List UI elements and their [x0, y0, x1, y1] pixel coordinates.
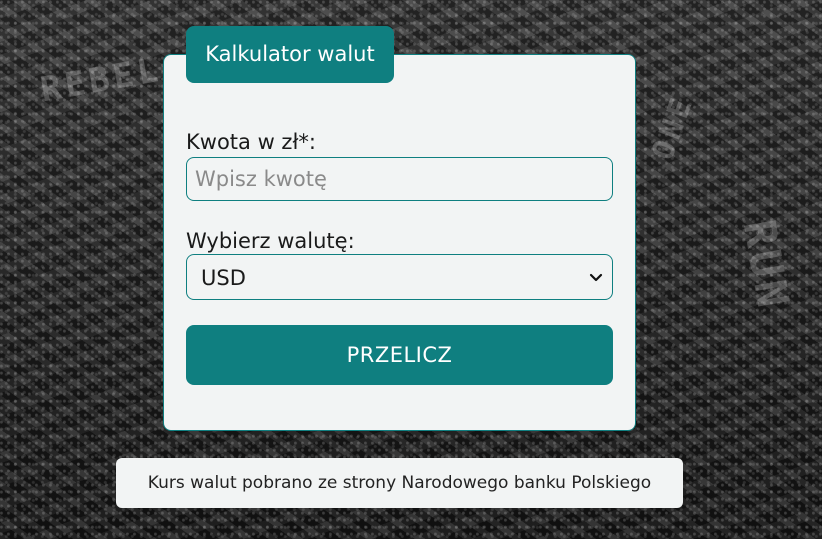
- amount-label: Kwota w zł*:: [186, 130, 316, 154]
- amount-input[interactable]: [187, 158, 612, 200]
- calculator-title: Kalkulator walut: [186, 26, 394, 83]
- convert-button[interactable]: PRZELICZ: [186, 325, 613, 385]
- currency-label: Wybierz walutę:: [186, 229, 355, 253]
- amount-field[interactable]: [186, 157, 613, 201]
- chevron-down-icon: [589, 273, 603, 282]
- currency-select[interactable]: USD: [186, 254, 613, 300]
- currency-selected-value: USD: [201, 266, 246, 290]
- source-note: Kurs walut pobrano ze strony Narodowego …: [116, 458, 683, 508]
